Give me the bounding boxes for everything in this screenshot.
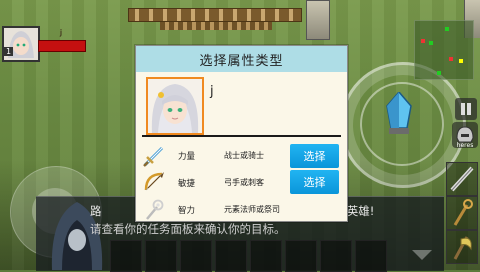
skill-slot[interactable]	[320, 240, 352, 272]
modal-divider	[142, 135, 341, 137]
select-agility-button[interactable]: 选择	[290, 170, 339, 194]
attribute-desc-intelligence: 元素法师或祭司	[224, 205, 280, 214]
sword-icon	[143, 146, 164, 167]
hero-button-label: heres	[456, 142, 474, 149]
skill-slot[interactable]	[250, 240, 282, 272]
minimap-marker	[459, 59, 463, 63]
select-strength-button[interactable]: 选择	[290, 144, 339, 168]
dialog-text-line1: 路	[90, 204, 102, 218]
minimap-marker	[445, 27, 449, 31]
skill-slot[interactable]	[215, 240, 247, 272]
dialog-text-line2: 请查看你的任务面板来确认你的目标。	[90, 222, 286, 236]
dialog-next-arrow-icon[interactable]	[412, 250, 432, 260]
wooden-fence-lower	[160, 22, 272, 30]
skill-slot[interactable]	[180, 240, 212, 272]
skill-slot[interactable]	[145, 240, 177, 272]
modal-header: 选择属性类型	[136, 46, 347, 72]
attribute-label-agility: 敏捷	[178, 179, 196, 189]
staff-icon	[146, 199, 164, 220]
attribute-desc-agility: 弓手或刺客	[224, 178, 264, 187]
attribute-select-modal: 选择属性类型 j 力量 战士或骑士 选择 敏捷 弓手或刺客 选择 智力 元素法师…	[135, 45, 348, 222]
attribute-label-strength: 力量	[178, 152, 196, 162]
minimap[interactable]	[414, 20, 474, 80]
weapon-slot-axe[interactable]	[446, 230, 478, 264]
skill-slot[interactable]	[355, 240, 387, 272]
character-portrait	[146, 77, 204, 135]
weapon-slot-staff[interactable]	[446, 196, 478, 230]
minimap-marker	[421, 39, 425, 43]
sword-icon	[450, 166, 474, 192]
weapon-slot-sword[interactable]	[446, 162, 478, 196]
attribute-label-intelligence: 智力	[178, 206, 196, 216]
hud-avatar[interactable]	[2, 26, 40, 62]
hp-bar	[38, 40, 86, 52]
skill-bar	[110, 240, 440, 272]
modal-title: 选择属性类型	[199, 53, 284, 69]
skill-slot[interactable]	[110, 240, 142, 272]
character-name: j	[210, 84, 214, 99]
player-level-tag: 1	[4, 47, 14, 56]
pause-button[interactable]	[455, 98, 477, 120]
bow-icon	[144, 172, 164, 191]
skill-slot[interactable]	[285, 240, 317, 272]
attribute-desc-strength: 战士或骑士	[224, 151, 264, 160]
character-face-icon	[148, 79, 202, 133]
axe-icon	[453, 236, 472, 260]
minimap-marker	[449, 57, 453, 61]
wooden-fence	[128, 8, 302, 22]
stone-pillar	[306, 0, 330, 40]
minimap-marker	[429, 41, 433, 45]
staff-icon	[453, 199, 473, 226]
blue-crystal-icon	[386, 92, 412, 134]
hero-button[interactable]: heres	[452, 122, 478, 149]
player-name: j	[59, 28, 63, 37]
minimap-marker	[437, 71, 441, 75]
